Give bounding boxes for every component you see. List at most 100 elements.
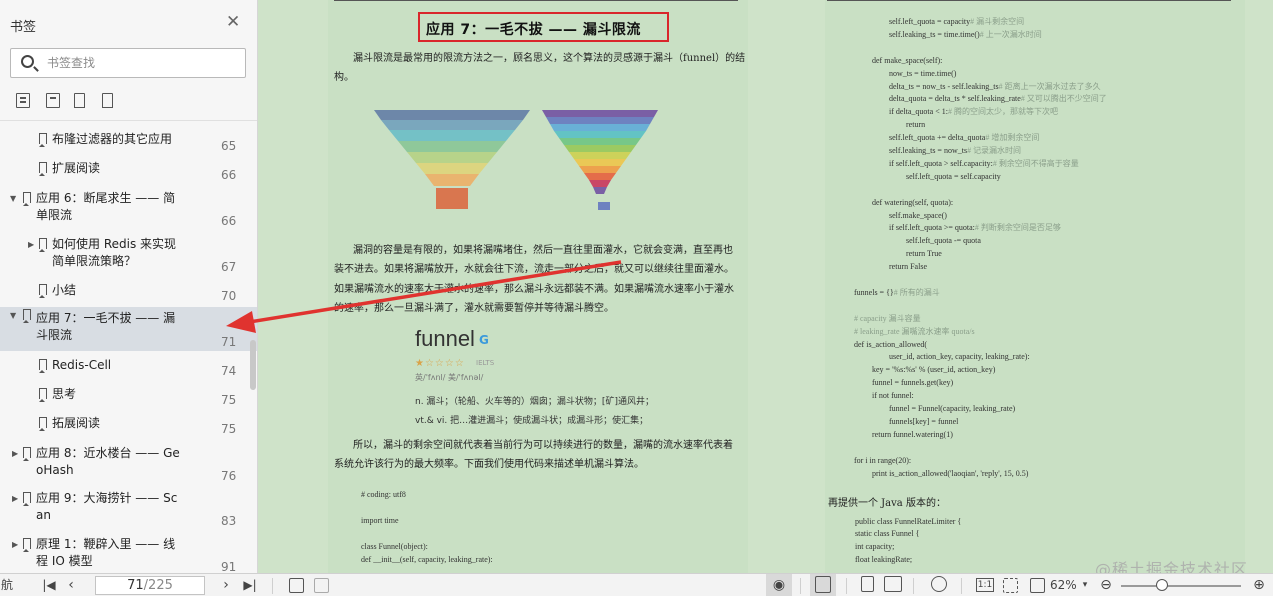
expand-arrow-icon[interactable]: ▶: [12, 449, 18, 458]
zoom-dropdown-icon[interactable]: ▾: [1080, 577, 1090, 594]
code-line: if not funnel:: [872, 390, 914, 403]
zoom-slider-track[interactable]: [1121, 585, 1241, 587]
code-comment: # 记录漏水时间: [967, 146, 1022, 155]
collapse-arrow-icon[interactable]: ▼: [10, 194, 16, 203]
single-page-view-icon[interactable]: [815, 576, 831, 593]
prev-page-icon[interactable]: ‹: [64, 577, 78, 594]
page-view-icon[interactable]: [861, 576, 874, 592]
bookmark-page: 91: [221, 560, 237, 573]
bookmark-item[interactable]: 小结 70: [0, 282, 257, 306]
forward-icon[interactable]: [314, 578, 329, 593]
code-text: funnel = funnels.get(key): [872, 378, 954, 388]
bookmark-item[interactable]: ▶ 原理 1：鞭辟入里 —— 线 程 IO 模型 91: [0, 536, 257, 573]
divider: [0, 120, 257, 121]
code-line: funnels = {}# 所有的漏斗: [854, 287, 940, 300]
bookmark-icon[interactable]: [102, 93, 113, 108]
bookmark-label: 小结: [52, 283, 77, 297]
body-paragraph-line: 系统允许该行为的最大频率。下面我们使用代码来描述单机漏斗算法。: [334, 459, 644, 470]
bookmark-page: 70: [221, 289, 237, 303]
fit-page-icon[interactable]: [1003, 578, 1018, 593]
expand-arrow-icon[interactable]: ▶: [28, 240, 34, 249]
code-line: # leaking_rate 漏嘴流水速率 quota/s: [854, 326, 975, 339]
bookmark-flag-icon: [23, 309, 31, 323]
play-icon[interactable]: [931, 576, 947, 592]
double-page-view-icon[interactable]: [884, 576, 902, 592]
code-line: for i in range(20):: [854, 455, 911, 468]
code-text: self.left_quota += delta_quota: [889, 133, 986, 143]
code-text: if self.left_quota > self.capacity:: [889, 158, 993, 168]
divider: [800, 578, 801, 594]
page-number-input[interactable]: 71/225: [95, 576, 205, 595]
dict-link-icon[interactable]: G: [479, 333, 489, 347]
bookmark-item[interactable]: ▶ 应用 8：近水楼台 —— Ge oHash 76: [0, 445, 257, 491]
bookmark-page: 71: [221, 335, 237, 349]
zoom-in-icon[interactable]: ⊕: [1252, 577, 1266, 594]
bookmark-label: 如何使用 Redis 来实现: [52, 237, 177, 251]
add-bookmark-icon[interactable]: [74, 93, 85, 108]
dict-star-rating: ★☆☆☆☆: [415, 358, 465, 369]
code-line: self.leaking_ts = now_ts# 记录漏水时间: [889, 145, 1021, 158]
bookmark-label-cont: 斗限流: [36, 328, 73, 342]
funnel-layer: [546, 117, 654, 124]
dict-level: IELTS: [476, 359, 495, 367]
bookmark-item[interactable]: 扩展阅读 66: [0, 160, 257, 190]
bookmark-item-selected[interactable]: ▼ 应用 7：一毛不拔 —— 漏 斗限流 71: [0, 307, 257, 351]
funnel-layer: [542, 110, 658, 117]
collapse-arrow-icon[interactable]: ▼: [10, 311, 16, 320]
bookmark-flag-icon: [39, 284, 47, 298]
bookmark-label: 原理 1：鞭辟入里 —— 线: [36, 537, 176, 551]
rotate-icon[interactable]: [1030, 578, 1045, 593]
dict-headword: funnel: [415, 326, 475, 351]
collapse-all-icon[interactable]: [46, 93, 60, 108]
code-text: def make_space(self):: [872, 55, 943, 65]
bookmark-item[interactable]: ▼ 应用 6：断尾求生 —— 简 单限流 66: [0, 190, 257, 234]
bookmark-flag-icon: [39, 162, 47, 176]
bookmark-item[interactable]: ▶ 如何使用 Redis 来实现 简单限流策略？ 67: [0, 236, 257, 282]
bookmark-item[interactable]: 拓展阅读 75: [0, 415, 257, 443]
expand-all-icon[interactable]: [16, 93, 30, 108]
sidebar-scrollbar[interactable]: [250, 340, 256, 390]
next-page-icon[interactable]: ›: [219, 577, 233, 594]
eye-care-icon[interactable]: ◉: [769, 577, 789, 594]
code-line: self.make_space(): [889, 210, 947, 223]
bookmark-page: 67: [221, 260, 237, 274]
code-comment: # 判断剩余空间是否足够: [974, 223, 1061, 233]
expand-arrow-icon[interactable]: ▶: [12, 540, 18, 549]
page-top-rule: [334, 0, 738, 1]
bookmark-item[interactable]: 思考 75: [0, 386, 257, 414]
page-top-rule: [827, 0, 1231, 1]
last-page-icon[interactable]: ▶|: [242, 577, 258, 594]
bookmark-item[interactable]: Redis-Cell 74: [0, 357, 257, 385]
code-text: funnel = Funnel(capacity, leaking_rate): [889, 404, 1016, 413]
code-line: if self.left_quota >= quota:# 判断剩余空间是否足够: [889, 222, 1061, 235]
zoom-slider-knob[interactable]: [1156, 579, 1168, 591]
code-line: def __init__(self, capacity, leaking_rat…: [361, 555, 493, 564]
code-line: class Funnel(object):: [361, 542, 428, 551]
first-page-icon[interactable]: |◀: [42, 577, 56, 594]
bookmark-search-box[interactable]: [10, 48, 246, 78]
zoom-level[interactable]: 62%: [1050, 577, 1077, 594]
code-text: self.left_quota = self.capacity: [906, 171, 1001, 181]
funnel-layer: [554, 131, 646, 138]
actual-size-icon[interactable]: 1:1: [976, 578, 994, 592]
code-line: self.left_quota = capacity# 漏斗剩余空间: [889, 16, 1024, 29]
bookmark-label: 思考: [52, 387, 77, 401]
code-line: def make_space(self):: [872, 55, 942, 68]
code-text: self.left_quota -= quota: [906, 236, 981, 246]
expand-arrow-icon[interactable]: ▶: [12, 494, 18, 503]
code-text: self.leaking_ts = now_ts: [889, 146, 968, 155]
bookmark-search-input[interactable]: [47, 54, 237, 72]
funnel-layer: [398, 141, 506, 152]
bookmark-item[interactable]: ▶ 应用 9：大海捞针 —— Sc an 83: [0, 490, 257, 536]
funnel-layer: [579, 166, 621, 173]
funnel-layer: [381, 120, 523, 130]
zoom-out-icon[interactable]: ⊖: [1100, 577, 1112, 594]
bookmark-label: 应用 7：一毛不拔 —— 漏: [36, 311, 176, 325]
funnel-layer: [374, 110, 530, 120]
divider: [846, 578, 847, 594]
funnel-layer: [425, 174, 479, 186]
code-comment: # capacity 漏斗容量: [854, 313, 921, 323]
bookmark-item[interactable]: 布隆过滤器的其它应用 65: [0, 131, 257, 161]
close-icon[interactable]: ✕: [226, 14, 240, 31]
back-icon[interactable]: [289, 578, 304, 593]
